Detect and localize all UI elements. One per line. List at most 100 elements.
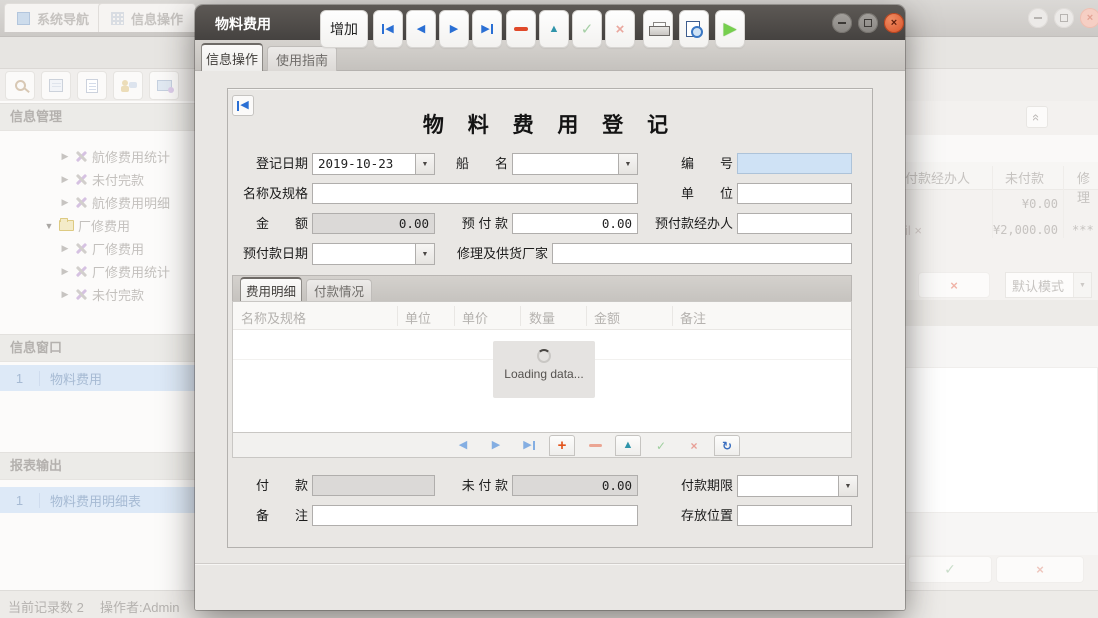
chevron-down-icon[interactable]: ▼	[415, 244, 434, 264]
sidebar-item-weifuwankuan[interactable]: ▶ 未付完款	[0, 168, 195, 191]
delete-button[interactable]	[506, 10, 536, 48]
post-button[interactable]: ✓	[572, 10, 602, 48]
user-chart-button[interactable]	[113, 71, 143, 100]
run-button[interactable]: ▶	[715, 10, 745, 48]
bg-row2-left: il ×	[905, 223, 922, 238]
sidebar-item-changxiu-feiyong[interactable]: ▶ 厂修费用	[0, 237, 195, 260]
pay-term-select[interactable]: ▼	[737, 475, 858, 497]
sidebar-item-weifuwankuan-2[interactable]: ▶ 未付完款	[0, 283, 195, 306]
note-field[interactable]	[312, 505, 638, 526]
check-icon: ✓	[656, 439, 666, 453]
sidebar-item-hangxiu-tongji[interactable]: ▶ 航修费用统计	[0, 145, 195, 168]
sidebar-item-hangxiu-mingxi[interactable]: ▶ 航修费用明细	[0, 191, 195, 214]
dialog-close-button[interactable]: ×	[884, 13, 904, 33]
dialog-button-bar	[195, 563, 905, 610]
maximize-icon	[864, 19, 872, 27]
tab-system-nav[interactable]: 系统导航	[4, 3, 102, 32]
section-report-output: 报表输出	[0, 452, 195, 480]
chevron-down-icon[interactable]: ▼	[838, 476, 857, 496]
collapse-panel-button[interactable]: «	[1026, 106, 1048, 128]
double-chevron-up-icon: «	[1029, 113, 1044, 120]
expand-arrow-icon[interactable]: ▶	[59, 174, 71, 185]
sidebar-folder-changxiu[interactable]: ▼ 厂修费用	[0, 214, 195, 237]
grid-delete-button[interactable]	[582, 435, 608, 456]
grid-icon	[111, 12, 124, 25]
number-field[interactable]	[737, 153, 852, 174]
tab-info-operation-active[interactable]: 信息操作	[201, 43, 263, 71]
search-button[interactable]	[5, 71, 35, 100]
expand-arrow-icon[interactable]: ▶	[59, 151, 71, 162]
expand-arrow-icon[interactable]: ▶	[59, 243, 71, 254]
tab-label: 信息操作	[131, 9, 183, 28]
first-button[interactable]: ◀	[373, 10, 403, 48]
grid-edit-button[interactable]: ▲	[615, 435, 641, 456]
detail-grid[interactable]: 名称及规格 单位 单价 数量 金额 备注 Loading data...	[232, 301, 852, 433]
cancel-button[interactable]: ×	[605, 10, 635, 48]
col-unit: 单位	[405, 308, 431, 327]
grid-refresh-button[interactable]: ↻	[714, 435, 740, 456]
grid-add-button[interactable]: +	[549, 435, 575, 456]
chevron-down-icon[interactable]: ▼	[618, 154, 637, 174]
edit-button[interactable]: ▲	[539, 10, 569, 48]
grid-next-button[interactable]: ▶	[483, 435, 509, 456]
prepay-date-select[interactable]: ▼	[312, 243, 435, 265]
reg-date-select[interactable]: 2019-10-23 ▼	[312, 153, 435, 175]
collapse-arrow-icon[interactable]: ▼	[43, 221, 55, 231]
maximize-icon	[1060, 14, 1068, 22]
bg-cancel-button[interactable]: ×	[918, 272, 990, 298]
sidebar-item-changxiu-tongji[interactable]: ▶ 厂修费用统计	[0, 260, 195, 283]
tab-info-operation[interactable]: 信息操作	[98, 3, 196, 32]
prepay-agent-field[interactable]	[737, 213, 852, 234]
print-button[interactable]	[643, 10, 673, 48]
next-button[interactable]: ▶	[439, 10, 469, 48]
close-icon: ×	[1087, 13, 1093, 24]
supplier-field[interactable]	[552, 243, 852, 264]
print-preview-button[interactable]	[679, 10, 709, 48]
report-button[interactable]	[41, 71, 71, 100]
dialog-minimize-button[interactable]	[832, 13, 852, 33]
prepay-field[interactable]: 0.00	[512, 213, 638, 234]
prev-button[interactable]: ◀	[406, 10, 436, 48]
unit-field[interactable]	[737, 183, 852, 204]
expand-arrow-icon[interactable]: ▶	[59, 266, 71, 277]
note-label: 备 注	[228, 505, 308, 526]
bg-row1-unpaid: ¥0.00	[995, 197, 1058, 211]
main-minimize-button[interactable]	[1028, 8, 1048, 28]
expand-arrow-icon[interactable]: ▶	[59, 197, 71, 208]
expand-arrow-icon[interactable]: ▶	[59, 289, 71, 300]
info-window-row[interactable]: 1 物料费用	[0, 365, 195, 391]
add-button[interactable]: 增加	[320, 10, 368, 48]
report-output-row[interactable]: 1 物料费用明细表	[0, 487, 195, 513]
main-maximize-button[interactable]	[1054, 8, 1074, 28]
document-button[interactable]	[77, 71, 107, 100]
tab-payment-status[interactable]: 付款情况	[306, 279, 372, 301]
main-close-button[interactable]: ×	[1080, 8, 1098, 28]
operator: 操作者:Admin	[100, 597, 179, 616]
bg-section-bar	[905, 300, 1098, 326]
tree-item-label: 厂修费用	[92, 239, 144, 258]
unpaid-field: 0.00	[512, 475, 638, 496]
number-label: 编 号	[645, 153, 733, 174]
last-button[interactable]: ▶	[472, 10, 502, 48]
storage-field[interactable]	[737, 505, 852, 526]
bg-reject-button[interactable]: ×	[996, 556, 1084, 583]
minimize-icon	[1034, 17, 1042, 19]
name-spec-field[interactable]	[312, 183, 638, 204]
tree-item-label: 未付完款	[92, 170, 144, 189]
dialog-maximize-button[interactable]	[858, 13, 878, 33]
ship-name-select[interactable]: ▼	[512, 153, 638, 175]
prepay-label: 预 付 款	[440, 213, 508, 234]
tree-item-label: 航修费用统计	[92, 147, 170, 166]
grid-cancel-button[interactable]: ×	[681, 435, 707, 456]
grid-prev-button[interactable]: ◀	[450, 435, 476, 456]
window-button[interactable]	[149, 71, 179, 100]
form-title: 物 料 费 用 登 记	[227, 109, 873, 139]
chevron-down-icon[interactable]: ▼	[415, 154, 434, 174]
grid-last-button[interactable]: ▶	[516, 435, 542, 456]
grid-post-button[interactable]: ✓	[648, 435, 674, 456]
next-icon: ▶	[450, 24, 458, 35]
bg-confirm-button[interactable]: ✓	[908, 556, 992, 583]
tab-user-guide[interactable]: 使用指南	[267, 46, 337, 71]
mode-select[interactable]: 默认模式 ▼	[1005, 272, 1092, 298]
tab-cost-detail[interactable]: 费用明细	[240, 277, 302, 301]
